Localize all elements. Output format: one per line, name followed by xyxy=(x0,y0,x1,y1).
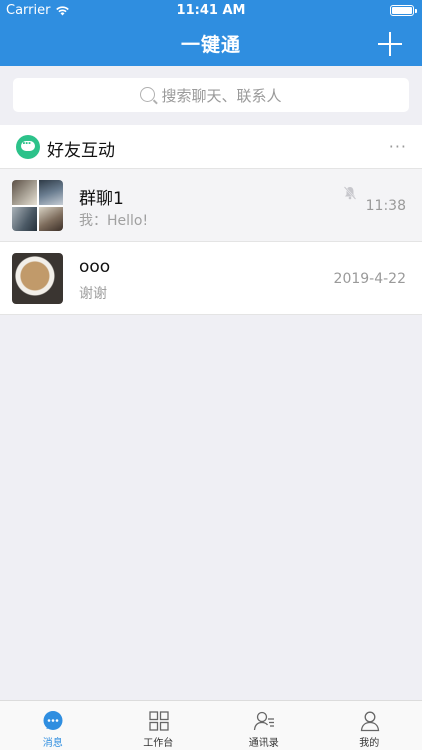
conversation-last-message: 我：Hello! xyxy=(79,213,149,229)
conversation-row[interactable]: 群聊1 我：Hello! 11:38 xyxy=(0,169,422,242)
tab-profile[interactable]: 我的 xyxy=(317,701,422,750)
search-input[interactable]: 搜索聊天、联系人 xyxy=(13,78,409,112)
contacts-icon xyxy=(253,711,274,731)
conversation-row[interactable]: ooo 谢谢 2019-4-22 xyxy=(0,242,422,315)
tab-label: 工作台 xyxy=(143,738,174,749)
more-icon[interactable]: ··· xyxy=(389,137,407,156)
section-title: 好友互动 xyxy=(47,141,115,161)
message-icon xyxy=(43,711,63,730)
tab-messages[interactable]: 消息 xyxy=(0,701,106,750)
search-icon xyxy=(140,87,156,102)
chat-bubble-icon xyxy=(16,135,40,159)
add-button[interactable] xyxy=(378,32,402,56)
search-placeholder: 搜索聊天、联系人 xyxy=(161,86,282,105)
conversation-last-message: 谢谢 xyxy=(79,286,107,302)
conversation-name: 群聊1 xyxy=(79,189,124,209)
tab-label: 我的 xyxy=(359,738,380,749)
page-title: 一键通 xyxy=(180,34,241,56)
conversation-time: 11:38 xyxy=(365,198,406,214)
user-avatar xyxy=(12,253,63,304)
tab-label: 消息 xyxy=(42,738,63,749)
status-bar: Carrier 11:41 AM xyxy=(0,0,422,22)
battery-icon xyxy=(390,5,417,16)
mute-bell-icon xyxy=(343,186,357,200)
conversation-time: 2019-4-22 xyxy=(333,271,406,287)
grid-icon xyxy=(148,711,169,731)
tab-workbench[interactable]: 工作台 xyxy=(106,701,212,750)
status-time: 11:41 AM xyxy=(176,3,246,18)
group-avatar xyxy=(12,180,63,231)
tab-contacts[interactable]: 通讯录 xyxy=(211,701,317,750)
friend-interaction-header[interactable]: 好友互动 ··· xyxy=(0,125,422,169)
tab-label: 通讯录 xyxy=(248,738,279,749)
tab-bar: 消息 工作台 通讯录 我的 xyxy=(0,700,422,750)
app-header: Carrier 11:41 AM 一键通 xyxy=(0,0,422,66)
person-icon xyxy=(360,711,379,732)
conversation-name: ooo xyxy=(79,257,111,277)
